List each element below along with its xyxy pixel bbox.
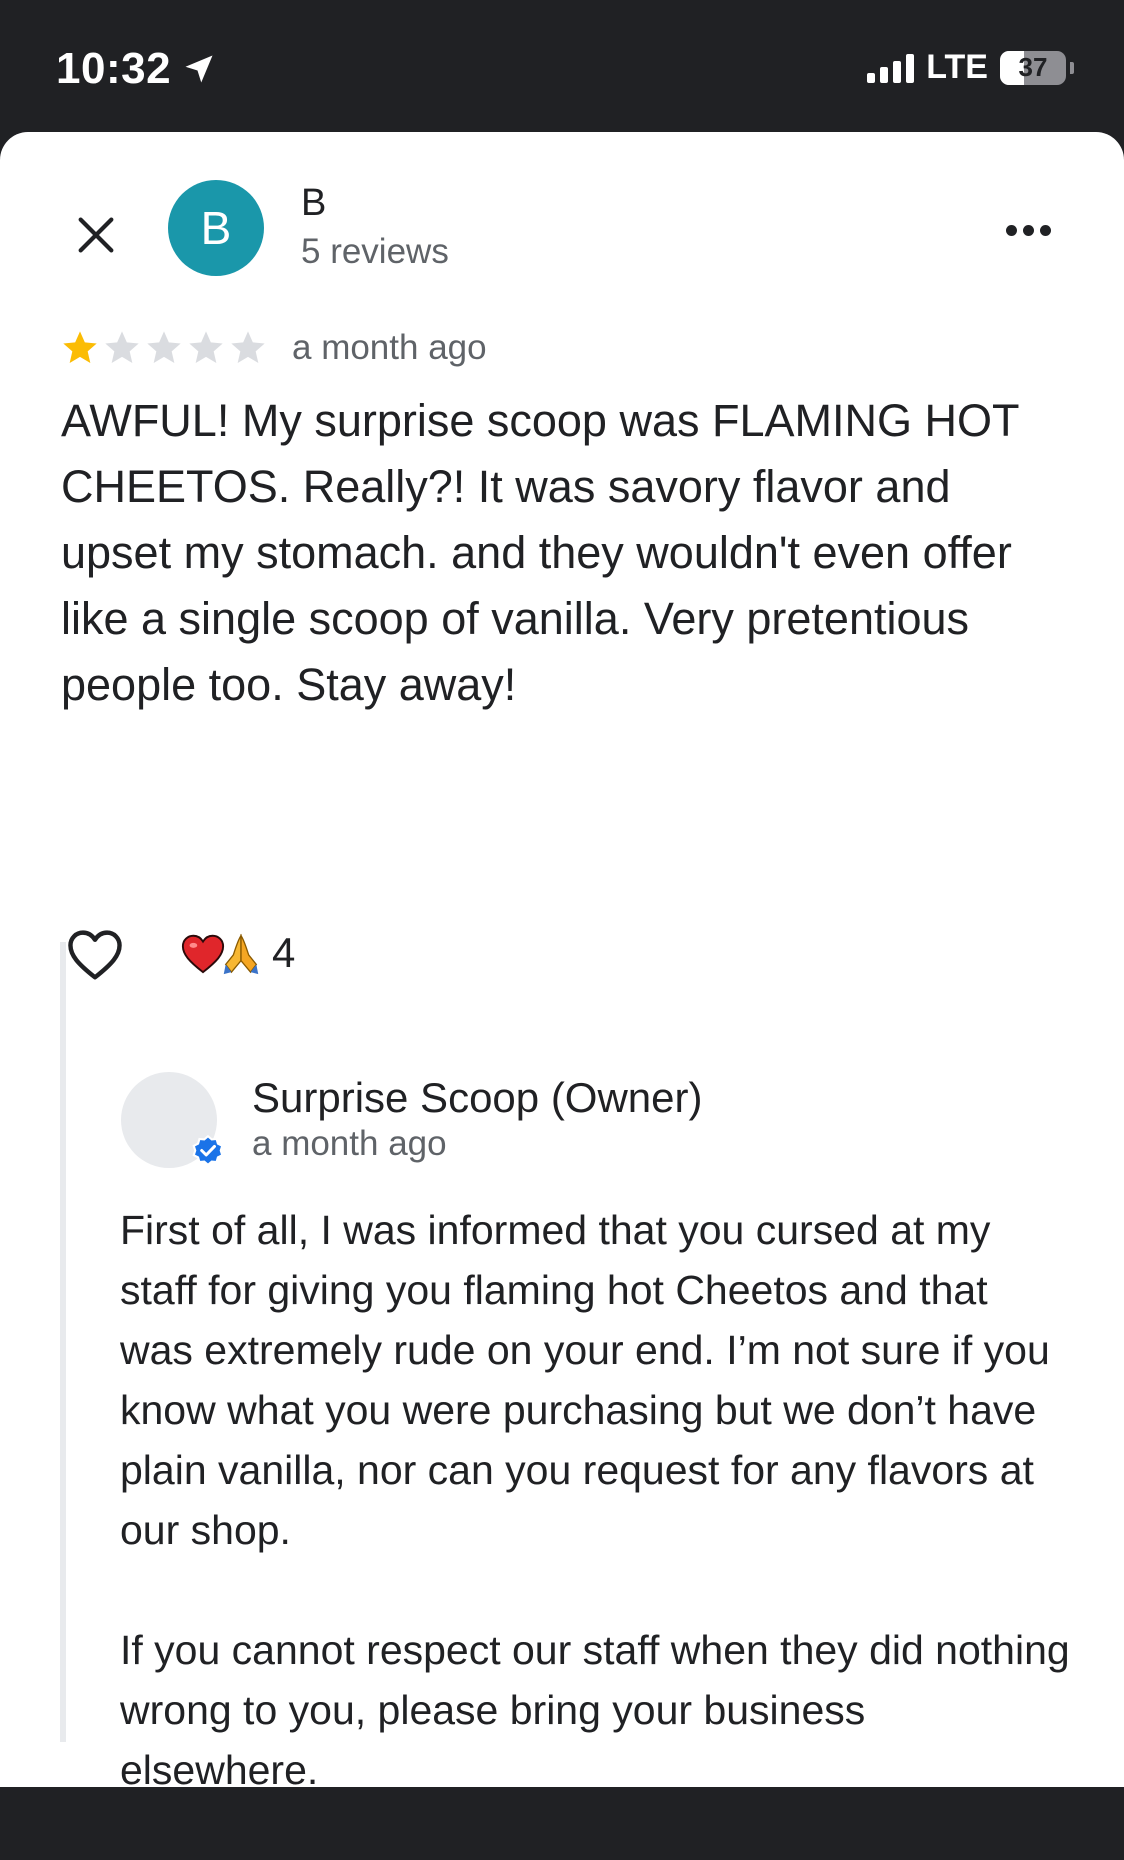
reply-paragraph: If you cannot respect our staff when the…: [120, 1627, 1070, 1793]
close-button[interactable]: [66, 205, 126, 265]
review-sheet: B B 5 reviews a month ago AWFUL! My surp…: [0, 132, 1124, 1793]
avatar-letter: B: [200, 202, 232, 254]
star-rating: [60, 328, 268, 368]
cellular-signal-icon: [867, 53, 915, 83]
owner-name: Surprise Scoop (Owner): [252, 1074, 703, 1121]
location-arrow-icon: [185, 55, 213, 83]
star-empty-icon: [231, 331, 265, 363]
reply-paragraph: First of all, I was informed that you cu…: [120, 1207, 1050, 1553]
star-empty-icon: [189, 331, 223, 363]
battery-icon: 37: [1000, 50, 1066, 85]
owner-reply: Surprise Scoop (Owner) a month ago First…: [60, 942, 1076, 1793]
reviewer-avatar[interactable]: B: [168, 180, 264, 276]
battery-percent: 37: [1018, 52, 1048, 82]
owner-reply-date: a month ago: [252, 1124, 447, 1163]
status-time: 10:32: [56, 44, 172, 93]
close-icon: [78, 217, 114, 253]
owner-reply-text: First of all, I was informed that you cu…: [120, 1200, 1070, 1860]
network-type: LTE: [926, 48, 988, 86]
status-clock: 10:32: [56, 44, 217, 94]
review-text: AWFUL! My surprise scoop was FLAMING HOT…: [61, 395, 1019, 710]
rating-row: a month ago: [60, 328, 487, 368]
reviewer-name[interactable]: B: [301, 182, 326, 225]
review-date: a month ago: [292, 328, 487, 367]
status-bar: 10:32 LTE 37: [0, 0, 1124, 134]
battery-tip: [1070, 61, 1074, 74]
more-horizontal-icon: [1005, 224, 1017, 236]
status-indicators: LTE 37: [867, 48, 1074, 87]
reviewer-review-count: 5 reviews: [301, 232, 449, 271]
star-empty-icon: [147, 331, 181, 363]
more-options-button[interactable]: [996, 198, 1060, 262]
star-filled-icon: [63, 331, 97, 363]
star-empty-icon: [105, 331, 139, 363]
verified-badge-icon: [192, 1134, 224, 1167]
